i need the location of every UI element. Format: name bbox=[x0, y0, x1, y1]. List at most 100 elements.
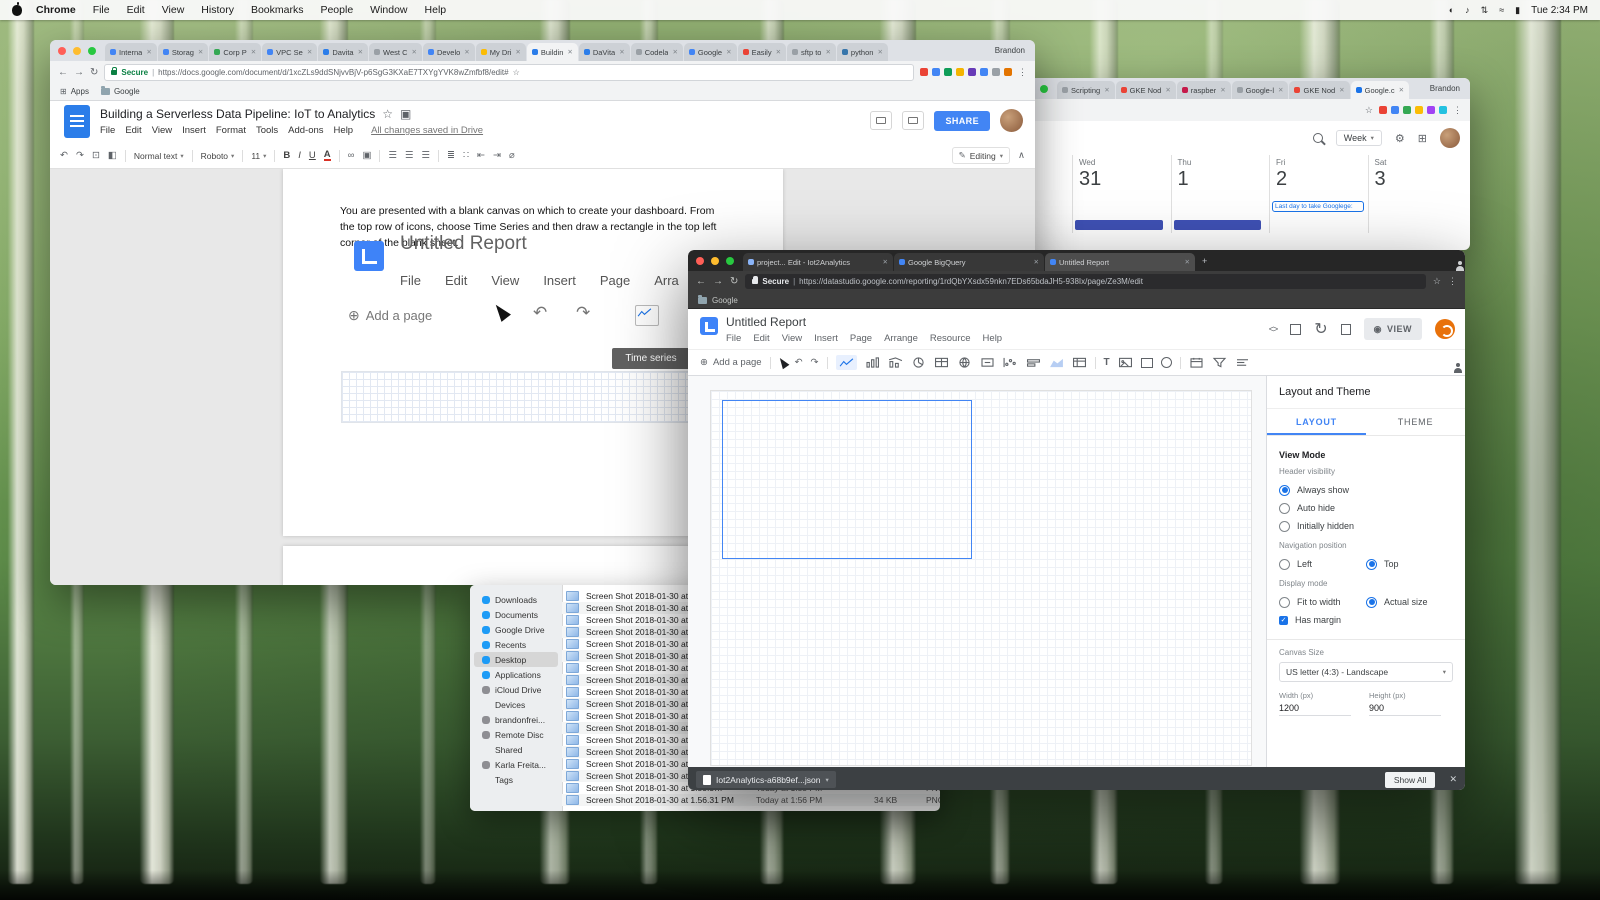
bookmark-apps[interactable]: ⊞ Apps bbox=[60, 87, 89, 96]
tab-close-icon[interactable]: ✕ bbox=[307, 48, 312, 56]
sidebar-item[interactable]: brandonfrei... bbox=[474, 712, 558, 727]
font-size-dropdown[interactable]: 11 ▾ bbox=[251, 151, 266, 161]
docs-menu-item[interactable]: Add-ons bbox=[288, 125, 323, 136]
docs-menu-item[interactable]: Help bbox=[334, 125, 354, 136]
tab-close-icon[interactable]: ✕ bbox=[1339, 86, 1344, 94]
menu-app-name[interactable]: Chrome bbox=[36, 4, 76, 16]
tab-close-icon[interactable]: ✕ bbox=[198, 48, 203, 56]
datastudio-logo[interactable] bbox=[700, 317, 718, 335]
menu-item[interactable]: File bbox=[93, 4, 110, 16]
calendar-day-column[interactable]: Thu 1 bbox=[1171, 155, 1270, 233]
bold-icon[interactable]: B bbox=[283, 150, 290, 161]
radio-nav-left[interactable]: Left bbox=[1279, 555, 1366, 573]
close-downloads-bar-icon[interactable]: ✕ bbox=[1449, 774, 1457, 785]
tab-close-icon[interactable]: ✕ bbox=[358, 48, 363, 56]
document-title[interactable]: Building a Serverless Data Pipeline: IoT… bbox=[100, 107, 375, 121]
radio-icon[interactable] bbox=[1279, 521, 1290, 532]
status-icon[interactable]: ≈ bbox=[1499, 5, 1504, 16]
has-margin-checkbox[interactable]: ✓ Has margin bbox=[1279, 611, 1453, 629]
account-avatar[interactable] bbox=[1435, 319, 1455, 339]
profile-name[interactable]: Brandon bbox=[995, 46, 1025, 55]
image-tool-icon[interactable] bbox=[1118, 357, 1133, 368]
docs-menu-item[interactable]: Format bbox=[216, 125, 246, 136]
canvas-selection-rectangle[interactable] bbox=[722, 400, 972, 559]
extension-icon[interactable] bbox=[1439, 106, 1447, 114]
browser-tab[interactable]: Easily ✕ bbox=[738, 43, 786, 61]
extension-icon[interactable] bbox=[1403, 106, 1411, 114]
width-input[interactable]: 1200 bbox=[1279, 700, 1351, 716]
open-chat-icon[interactable] bbox=[902, 111, 924, 130]
new-tab-icon[interactable]: + bbox=[1202, 256, 1207, 266]
bullet-chart-icon[interactable] bbox=[1026, 357, 1041, 368]
pie-chart-icon[interactable] bbox=[911, 357, 926, 368]
sidebar-item[interactable]: Karla Freita... bbox=[474, 757, 558, 772]
select-tool-icon[interactable] bbox=[776, 356, 789, 370]
extension-icon[interactable] bbox=[920, 68, 928, 76]
browser-tab[interactable]: Scripting ✕ bbox=[1057, 81, 1115, 99]
reload-icon[interactable]: ↻ bbox=[730, 276, 738, 287]
file-row[interactable]: Screen Shot 2018-01-30 at 1.56.31 PM Tod… bbox=[562, 794, 940, 806]
zoom-window-button[interactable] bbox=[726, 257, 734, 265]
bookmark-google-folder[interactable]: Google bbox=[101, 87, 140, 96]
document-paragraph[interactable]: You are presented with a blank canvas on… bbox=[340, 204, 720, 251]
browser-tab[interactable]: sftp to ✕ bbox=[787, 43, 836, 61]
fullscreen-icon[interactable] bbox=[1290, 324, 1301, 335]
add-page-button[interactable]: ⊕ Add a page bbox=[700, 357, 762, 368]
calendar-day-column[interactable]: Wed 31 bbox=[1072, 155, 1171, 233]
zoom-window-button[interactable] bbox=[1040, 85, 1048, 93]
sidebar-item[interactable]: Recents bbox=[474, 637, 558, 652]
calendar-event-bar[interactable] bbox=[1272, 220, 1360, 230]
tab-close-icon[interactable]: ✕ bbox=[146, 48, 151, 56]
tab-close-icon[interactable]: ✕ bbox=[411, 48, 416, 56]
print-icon[interactable]: ⊡ bbox=[92, 150, 100, 161]
sidebar-item[interactable]: Desktop bbox=[474, 652, 558, 667]
extension-icon[interactable] bbox=[956, 68, 964, 76]
tab-close-icon[interactable]: ✕ bbox=[883, 258, 888, 266]
star-document-icon[interactable]: ☆ bbox=[382, 107, 393, 121]
show-all-downloads-button[interactable]: Show All bbox=[1385, 772, 1436, 788]
indent-increase-icon[interactable]: ⇥ bbox=[493, 150, 501, 161]
menu-item[interactable]: Help bbox=[425, 4, 447, 16]
day-number[interactable]: 2 bbox=[1276, 168, 1362, 191]
refresh-data-icon[interactable]: ↻ bbox=[1314, 319, 1327, 339]
studio-menu-item[interactable]: Insert bbox=[814, 333, 838, 344]
table-chart-icon[interactable] bbox=[934, 357, 949, 368]
close-window-button[interactable] bbox=[58, 47, 66, 55]
insert-link-icon[interactable]: ∞ bbox=[348, 150, 355, 161]
browser-tab[interactable]: West C ✕ bbox=[369, 43, 422, 61]
extension-icon[interactable] bbox=[1415, 106, 1423, 114]
tab-close-icon[interactable]: ✕ bbox=[1165, 86, 1170, 94]
sidebar-item[interactable]: Tags bbox=[474, 772, 558, 787]
bookmark-google[interactable]: Google bbox=[712, 296, 738, 305]
browser-tab[interactable]: GKE Nod ✕ bbox=[1116, 81, 1176, 99]
redo-icon[interactable]: ↷ bbox=[811, 357, 819, 368]
radio-initially-hidden[interactable]: Initially hidden bbox=[1279, 517, 1453, 535]
radio-icon[interactable] bbox=[1366, 597, 1377, 608]
tab-close-icon[interactable]: ✕ bbox=[877, 48, 882, 56]
browser-tab[interactable]: project... Edit - Iot2Analytics ✕ bbox=[743, 253, 893, 271]
copy-report-icon[interactable] bbox=[1341, 324, 1351, 335]
calendar-day-column[interactable]: Sat 3 bbox=[1368, 155, 1467, 233]
status-icon[interactable]: ◐ bbox=[1449, 5, 1454, 16]
tab-close-icon[interactable]: ✕ bbox=[251, 48, 256, 56]
date-range-icon[interactable] bbox=[1189, 357, 1204, 368]
status-icon[interactable]: ♪ bbox=[1465, 5, 1470, 16]
underline-icon[interactable]: U bbox=[309, 150, 316, 161]
zoom-window-button[interactable] bbox=[88, 47, 96, 55]
browser-tab[interactable]: Google ✕ bbox=[684, 43, 737, 61]
docs-logo[interactable] bbox=[64, 105, 90, 138]
editing-mode-dropdown[interactable]: ✎ Editing ▾ bbox=[952, 147, 1010, 164]
move-folder-icon[interactable]: ▣ bbox=[400, 107, 411, 121]
docs-menu-item[interactable]: Insert bbox=[182, 125, 206, 136]
radio-auto-hide[interactable]: Auto hide bbox=[1279, 499, 1453, 517]
calendar-event-bar[interactable] bbox=[1075, 220, 1163, 230]
sidebar-item[interactable]: Documents bbox=[474, 607, 558, 622]
align-center-icon[interactable]: ☰ bbox=[405, 150, 414, 161]
extension-icon[interactable] bbox=[1004, 68, 1012, 76]
minimize-window-button[interactable] bbox=[711, 257, 719, 265]
window-controls[interactable] bbox=[696, 257, 743, 265]
collapse-toolbar-icon[interactable]: ∧ bbox=[1018, 150, 1025, 161]
height-input[interactable]: 900 bbox=[1369, 700, 1441, 716]
settings-gear-icon[interactable]: ⚙ bbox=[1395, 132, 1405, 145]
tab-layout[interactable]: LAYOUT bbox=[1267, 409, 1366, 435]
